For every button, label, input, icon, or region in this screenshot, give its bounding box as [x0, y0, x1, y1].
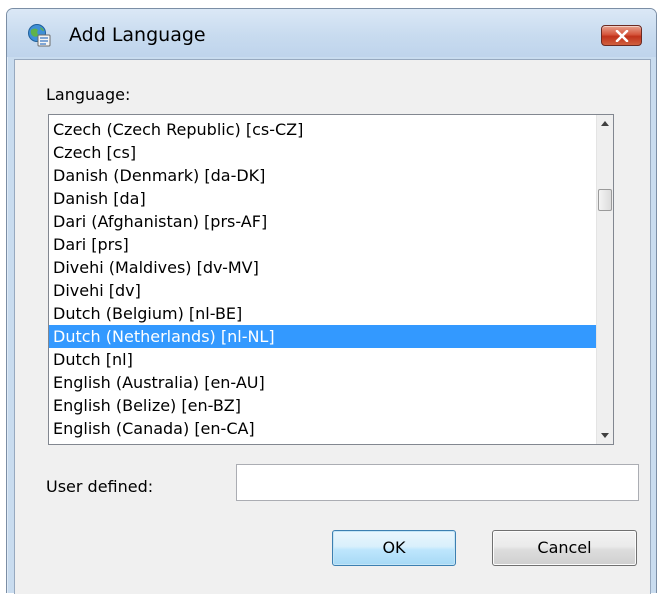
- cancel-button[interactable]: Cancel: [492, 530, 637, 566]
- user-defined-label: User defined:: [46, 477, 154, 496]
- scroll-down-button[interactable]: [597, 427, 613, 444]
- language-list-item[interactable]: Czech (Czech Republic) [cs-CZ]: [49, 118, 598, 141]
- language-list-item[interactable]: Dutch [nl]: [49, 348, 598, 371]
- language-list-item[interactable]: English (Canada) [en-CA]: [49, 417, 598, 440]
- language-label: Language:: [46, 85, 131, 104]
- language-list-item[interactable]: English (Australia) [en-AU]: [49, 371, 598, 394]
- scroll-down-arrow-icon: [601, 433, 609, 438]
- dialog-body: Language: Czech (Czech Republic) [cs-CZ]…: [14, 59, 651, 594]
- scroll-up-button[interactable]: [597, 115, 613, 132]
- title-bar[interactable]: Add Language: [7, 9, 656, 57]
- language-list-item[interactable]: English (Belize) [en-BZ]: [49, 394, 598, 417]
- add-language-dialog: Add Language Language: Czech (Czech Repu…: [6, 8, 657, 594]
- language-list-item[interactable]: Danish [da]: [49, 187, 598, 210]
- language-list-item[interactable]: Dutch (Netherlands) [nl-NL]: [49, 325, 598, 348]
- language-listbox[interactable]: Czech (Czech Republic) [cs-CZ] Czech [cs]…: [48, 114, 614, 445]
- scroll-up-arrow-icon: [601, 121, 609, 126]
- dialog-title: Add Language: [69, 24, 206, 46]
- language-list-item[interactable]: Dutch (Belgium) [nl-BE]: [49, 302, 598, 325]
- language-list-item[interactable]: Divehi (Maldives) [dv-MV]: [49, 256, 598, 279]
- language-list-item[interactable]: Divehi [dv]: [49, 279, 598, 302]
- close-icon: [615, 30, 629, 42]
- language-list: Czech (Czech Republic) [cs-CZ] Czech [cs]…: [49, 118, 598, 444]
- vertical-scrollbar[interactable]: [596, 115, 613, 444]
- language-list-item[interactable]: Dari (Afghanistan) [prs-AF]: [49, 210, 598, 233]
- language-list-item[interactable]: English (Caribbean) [en-029]: [49, 440, 598, 444]
- scroll-thumb[interactable]: [598, 189, 612, 211]
- ok-button[interactable]: OK: [332, 530, 456, 566]
- language-list-item[interactable]: Czech [cs]: [49, 141, 598, 164]
- language-list-item[interactable]: Dari [prs]: [49, 233, 598, 256]
- user-defined-input[interactable]: [236, 464, 639, 501]
- globe-language-icon: [27, 23, 51, 47]
- close-button[interactable]: [601, 25, 642, 46]
- language-list-item[interactable]: Danish (Denmark) [da-DK]: [49, 164, 598, 187]
